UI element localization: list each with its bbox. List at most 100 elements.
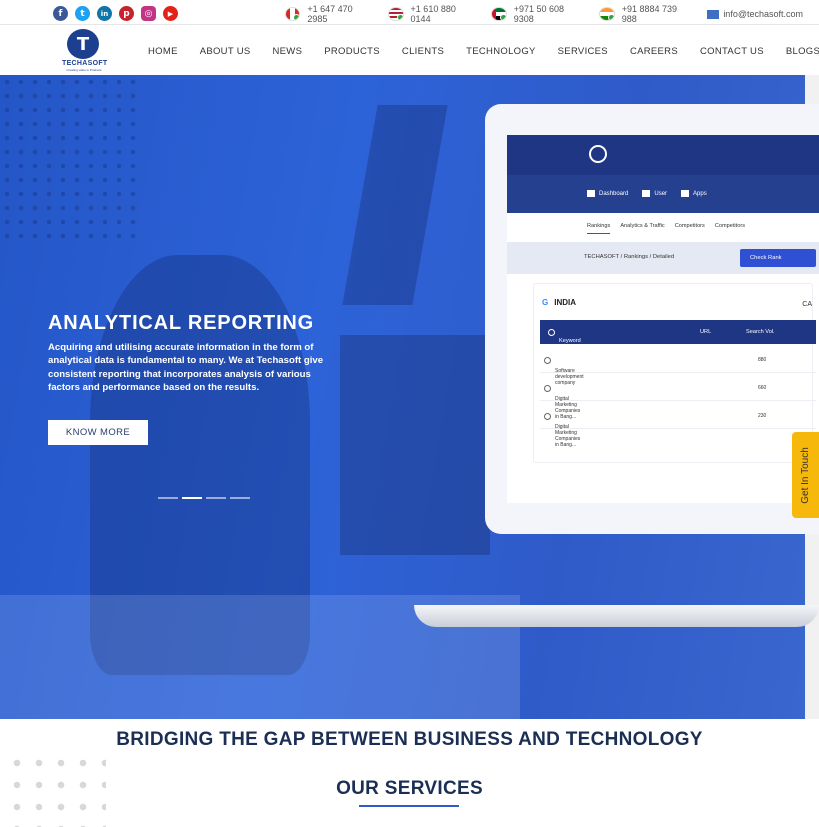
india-flag-icon xyxy=(599,7,615,21)
facebook-icon[interactable]: f xyxy=(53,6,68,21)
screen-breadcrumb: TECHASOFT / Rankings / Detailed xyxy=(584,254,675,260)
screen-menu: Dashboard User Apps xyxy=(507,175,819,213)
user-icon xyxy=(642,190,651,198)
slide-dot-1[interactable] xyxy=(158,497,178,499)
radio-icon xyxy=(544,357,551,364)
top-bar: f t in p ◎ ▶ +1 647 470 2985 +1 610 880 … xyxy=(0,0,819,25)
phone-uae[interactable]: +971 50 608 9308 xyxy=(514,4,584,24)
apps-icon xyxy=(681,190,690,198)
background-monitor xyxy=(340,335,490,555)
main-nav: T TECHASOFT Creating value in Products H… xyxy=(0,25,819,75)
row-keyword-text: Digital Marketing Companies in Bang... xyxy=(555,424,581,448)
contact-usa[interactable]: +1 610 880 0144 xyxy=(388,4,475,24)
know-more-button[interactable]: KNOW MORE xyxy=(48,420,148,445)
google-icon: G xyxy=(542,298,549,307)
screen-country: G INDIA xyxy=(542,298,576,307)
screen-logo-icon xyxy=(589,145,607,163)
table-row: Digital Marketing Companies in Bang... 6… xyxy=(540,374,816,420)
get-in-touch-tab[interactable]: Get In Touch xyxy=(792,432,819,518)
row-volume: 880 xyxy=(758,357,767,363)
background-shape xyxy=(342,105,448,305)
instagram-icon[interactable]: ◎ xyxy=(141,6,156,21)
screen-tab-competitors: Competitors xyxy=(674,223,705,229)
table-row: Digital Marketing Companies in Bang... 2… xyxy=(540,402,816,448)
nav-blogs[interactable]: BLOGS xyxy=(786,46,819,57)
screen-right-label: CA xyxy=(802,301,812,308)
screen-header xyxy=(507,135,819,175)
col-keyword: Keyword xyxy=(548,329,581,344)
row-keyword: Digital Marketing Companies in Bang... xyxy=(544,413,580,448)
laptop-base xyxy=(414,605,819,627)
slider-pagination xyxy=(158,497,250,499)
col-search-vol: Search Vol. xyxy=(746,329,775,335)
nav-technology[interactable]: TECHNOLOGY xyxy=(466,46,536,57)
nav-menu: HOME ABOUT US NEWS PRODUCTS CLIENTS TECH… xyxy=(148,46,819,57)
canada-flag-icon xyxy=(285,7,301,21)
contact-numbers: +1 647 470 2985 +1 610 880 0144 +971 50 … xyxy=(285,4,819,24)
services-heading: OUR SERVICES xyxy=(336,778,483,799)
hero-description: Acquiring and utilising accurate informa… xyxy=(48,342,324,394)
uae-flag-icon xyxy=(491,7,507,21)
contact-email[interactable]: info@techasoft.com xyxy=(707,9,803,19)
row-volume: 230 xyxy=(758,413,767,419)
logo-tagline: Creating value in Products xyxy=(66,68,102,72)
logo-mark-icon: T xyxy=(67,29,99,59)
logo[interactable]: T TECHASOFT Creating value in Products xyxy=(62,28,108,72)
contact-uae[interactable]: +971 50 608 9308 xyxy=(491,4,583,24)
mail-icon xyxy=(707,9,720,19)
nav-careers[interactable]: CAREERS xyxy=(630,46,678,57)
row-keyword: Software development company xyxy=(544,357,584,386)
linkedin-icon[interactable]: in xyxy=(97,6,112,21)
nav-about-us[interactable]: ABOUT US xyxy=(200,46,251,57)
slide-dot-3[interactable] xyxy=(206,497,226,499)
screen-menu-user: User xyxy=(642,190,668,198)
services-underline xyxy=(359,805,459,807)
screen-menu-label: User xyxy=(654,191,668,198)
screen-tab-rankings: Rankings xyxy=(587,223,611,234)
phone-canada[interactable]: +1 647 470 2985 xyxy=(307,4,372,24)
phone-india[interactable]: +91 8884 739 988 xyxy=(622,4,692,24)
row-volume: 660 xyxy=(758,385,767,391)
page: f t in p ◎ ▶ +1 647 470 2985 +1 610 880 … xyxy=(0,0,819,827)
screen-menu-dashboard: Dashboard xyxy=(587,190,629,198)
radio-icon xyxy=(544,413,551,420)
nav-products[interactable]: PRODUCTS xyxy=(324,46,380,57)
col-label: Keyword xyxy=(559,338,581,344)
table-row: Software development company 880 xyxy=(540,346,816,386)
screen-menu-label: Dashboard xyxy=(599,191,629,198)
nav-contact-us[interactable]: CONTACT US xyxy=(700,46,764,57)
screen-menu-apps: Apps xyxy=(681,190,707,198)
contact-india[interactable]: +91 8884 739 988 xyxy=(599,4,691,24)
screen-tabs: Rankings Analytics & Traffic Competitors… xyxy=(587,223,745,234)
screen-table-header: Keyword URL Search Vol. xyxy=(540,320,816,344)
laptop-screen: Dashboard User Apps Rankings Analytics &… xyxy=(507,135,819,503)
nav-home[interactable]: HOME xyxy=(148,46,178,57)
get-in-touch-label: Get In Touch xyxy=(800,446,811,504)
social-links: f t in p ◎ ▶ xyxy=(53,6,178,21)
logo-text: TECHASOFT xyxy=(62,60,108,67)
screen-check-rank-button: Check Rank xyxy=(740,249,816,267)
radio-icon xyxy=(544,385,551,392)
nav-clients[interactable]: CLIENTS xyxy=(402,46,444,57)
decorative-dots xyxy=(0,75,140,245)
bridge-heading: BRIDGING THE GAP BETWEEN BUSINESS AND TE… xyxy=(116,729,703,750)
nav-news[interactable]: NEWS xyxy=(273,46,303,57)
youtube-icon[interactable]: ▶ xyxy=(163,6,178,21)
usa-flag-icon xyxy=(388,7,404,21)
hero-title: ANALYTICAL REPORTING xyxy=(48,312,315,334)
screen-rank-panel: G INDIA CA Keyword URL Search Vol. Softwa… xyxy=(533,283,816,463)
dashboard-icon xyxy=(587,190,595,198)
slide-dot-2[interactable] xyxy=(182,497,202,499)
contact-canada[interactable]: +1 647 470 2985 xyxy=(285,4,372,24)
screen-breadcrumb-bar: TECHASOFT / Rankings / Detailed Check Ra… xyxy=(507,242,819,274)
pinterest-icon[interactable]: p xyxy=(119,6,134,21)
phone-usa[interactable]: +1 610 880 0144 xyxy=(411,4,476,24)
twitter-icon[interactable]: t xyxy=(75,6,90,21)
slide-dot-4[interactable] xyxy=(230,497,250,499)
radio-icon xyxy=(548,329,555,336)
col-url: URL xyxy=(700,329,712,335)
nav-services[interactable]: SERVICES xyxy=(558,46,608,57)
email-link[interactable]: info@techasoft.com xyxy=(723,9,803,19)
screen-tab-competitors-2: Competitors xyxy=(714,223,745,229)
row-keyword: Digital Marketing Companies in Bang... xyxy=(544,385,580,420)
